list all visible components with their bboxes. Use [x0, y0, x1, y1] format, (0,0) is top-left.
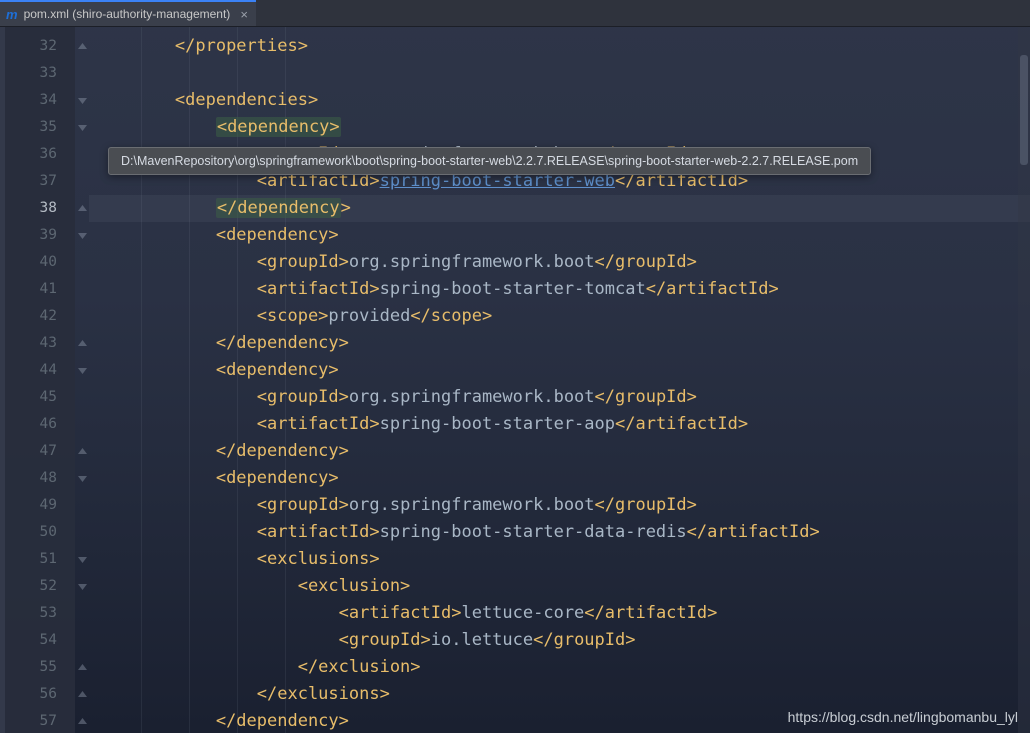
fold-marker[interactable] — [75, 330, 89, 357]
line-number[interactable]: 42 — [5, 303, 75, 330]
fold-marker[interactable] — [75, 438, 89, 465]
scrollbar-thumb[interactable] — [1020, 55, 1028, 165]
line-number[interactable]: 51 — [5, 546, 75, 573]
vertical-scrollbar[interactable] — [1018, 27, 1030, 733]
line-number[interactable]: 35 — [5, 114, 75, 141]
hover-tooltip: D:\MavenRepository\org\springframework\b… — [108, 147, 871, 175]
line-number[interactable]: 32 — [5, 33, 75, 60]
fold-marker[interactable] — [75, 546, 89, 573]
code-line[interactable]: </dependency> — [93, 195, 1016, 222]
line-number[interactable]: 43 — [5, 330, 75, 357]
line-number[interactable]: 39 — [5, 222, 75, 249]
fold-marker — [75, 303, 89, 330]
line-number[interactable]: 33 — [5, 60, 75, 87]
line-number[interactable]: 50 — [5, 519, 75, 546]
line-number[interactable]: 52 — [5, 573, 75, 600]
line-number[interactable]: 57 — [5, 708, 75, 733]
fold-column[interactable] — [75, 27, 89, 733]
fold-marker[interactable] — [75, 573, 89, 600]
line-number[interactable]: 46 — [5, 411, 75, 438]
line-number[interactable]: 38 — [5, 195, 75, 222]
code-content[interactable]: </properties> <dependencies> <dependency… — [89, 27, 1030, 733]
code-line[interactable] — [93, 60, 1016, 87]
line-number[interactable]: 53 — [5, 600, 75, 627]
code-line[interactable]: <groupId>io.lettuce</groupId> — [93, 627, 1016, 654]
line-number[interactable]: 54 — [5, 627, 75, 654]
code-line[interactable]: <groupId>org.springframework.boot</group… — [93, 249, 1016, 276]
code-line[interactable]: </properties> — [93, 33, 1016, 60]
fold-marker[interactable] — [75, 708, 89, 733]
maven-icon: m — [6, 7, 18, 22]
code-line[interactable]: <dependency> — [93, 114, 1016, 141]
fold-marker[interactable] — [75, 357, 89, 384]
fold-marker[interactable] — [75, 195, 89, 222]
code-line[interactable]: </dependency> — [93, 438, 1016, 465]
tab-title: pom.xml (shiro-authority-management) — [24, 7, 231, 21]
line-number[interactable]: 48 — [5, 465, 75, 492]
fold-marker — [75, 276, 89, 303]
code-line[interactable]: <dependency> — [93, 465, 1016, 492]
fold-marker — [75, 384, 89, 411]
watermark: https://blog.csdn.net/lingbomanbu_lyl — [788, 709, 1018, 725]
fold-marker[interactable] — [75, 654, 89, 681]
close-icon[interactable]: × — [240, 7, 248, 22]
fold-marker[interactable] — [75, 87, 89, 114]
line-number[interactable]: 34 — [5, 87, 75, 114]
code-line[interactable]: <dependency> — [93, 222, 1016, 249]
code-line[interactable]: <dependency> — [93, 357, 1016, 384]
fold-marker — [75, 492, 89, 519]
line-number[interactable]: 55 — [5, 654, 75, 681]
fold-marker[interactable] — [75, 465, 89, 492]
line-number[interactable]: 36 — [5, 141, 75, 168]
code-line[interactable]: <artifactId>spring-boot-starter-aop</art… — [93, 411, 1016, 438]
line-number[interactable]: 37 — [5, 168, 75, 195]
fold-marker[interactable] — [75, 114, 89, 141]
editor-area[interactable]: 3233343536373839404142434445464748495051… — [0, 27, 1030, 733]
line-number[interactable]: 45 — [5, 384, 75, 411]
fold-marker — [75, 249, 89, 276]
fold-marker — [75, 600, 89, 627]
fold-marker — [75, 627, 89, 654]
line-number-gutter[interactable]: 3233343536373839404142434445464748495051… — [5, 27, 75, 733]
fold-marker — [75, 168, 89, 195]
code-line[interactable]: <groupId>org.springframework.boot</group… — [93, 492, 1016, 519]
fold-marker — [75, 411, 89, 438]
code-line[interactable]: <artifactId>lettuce-core</artifactId> — [93, 600, 1016, 627]
code-line[interactable]: <artifactId>spring-boot-starter-tomcat</… — [93, 276, 1016, 303]
code-line[interactable]: <exclusions> — [93, 546, 1016, 573]
line-number[interactable]: 49 — [5, 492, 75, 519]
line-number[interactable]: 41 — [5, 276, 75, 303]
line-number[interactable]: 40 — [5, 249, 75, 276]
fold-marker — [75, 141, 89, 168]
line-number[interactable]: 44 — [5, 357, 75, 384]
code-line[interactable]: <exclusion> — [93, 573, 1016, 600]
fold-marker[interactable] — [75, 681, 89, 708]
line-number[interactable]: 56 — [5, 681, 75, 708]
code-line[interactable]: <scope>provided</scope> — [93, 303, 1016, 330]
editor-window: m pom.xml (shiro-authority-management) ×… — [0, 0, 1030, 733]
code-line[interactable]: </dependency> — [93, 330, 1016, 357]
fold-marker[interactable] — [75, 222, 89, 249]
tab-bar: m pom.xml (shiro-authority-management) × — [0, 0, 1030, 27]
fold-marker — [75, 519, 89, 546]
code-line[interactable]: </exclusion> — [93, 654, 1016, 681]
code-line[interactable]: <artifactId>spring-boot-starter-data-red… — [93, 519, 1016, 546]
line-number[interactable]: 47 — [5, 438, 75, 465]
fold-marker — [75, 60, 89, 87]
code-line[interactable]: </exclusions> — [93, 681, 1016, 708]
tab-pom-xml[interactable]: m pom.xml (shiro-authority-management) × — [0, 0, 256, 26]
code-line[interactable]: <dependencies> — [93, 87, 1016, 114]
code-line[interactable]: <groupId>org.springframework.boot</group… — [93, 384, 1016, 411]
fold-marker[interactable] — [75, 33, 89, 60]
